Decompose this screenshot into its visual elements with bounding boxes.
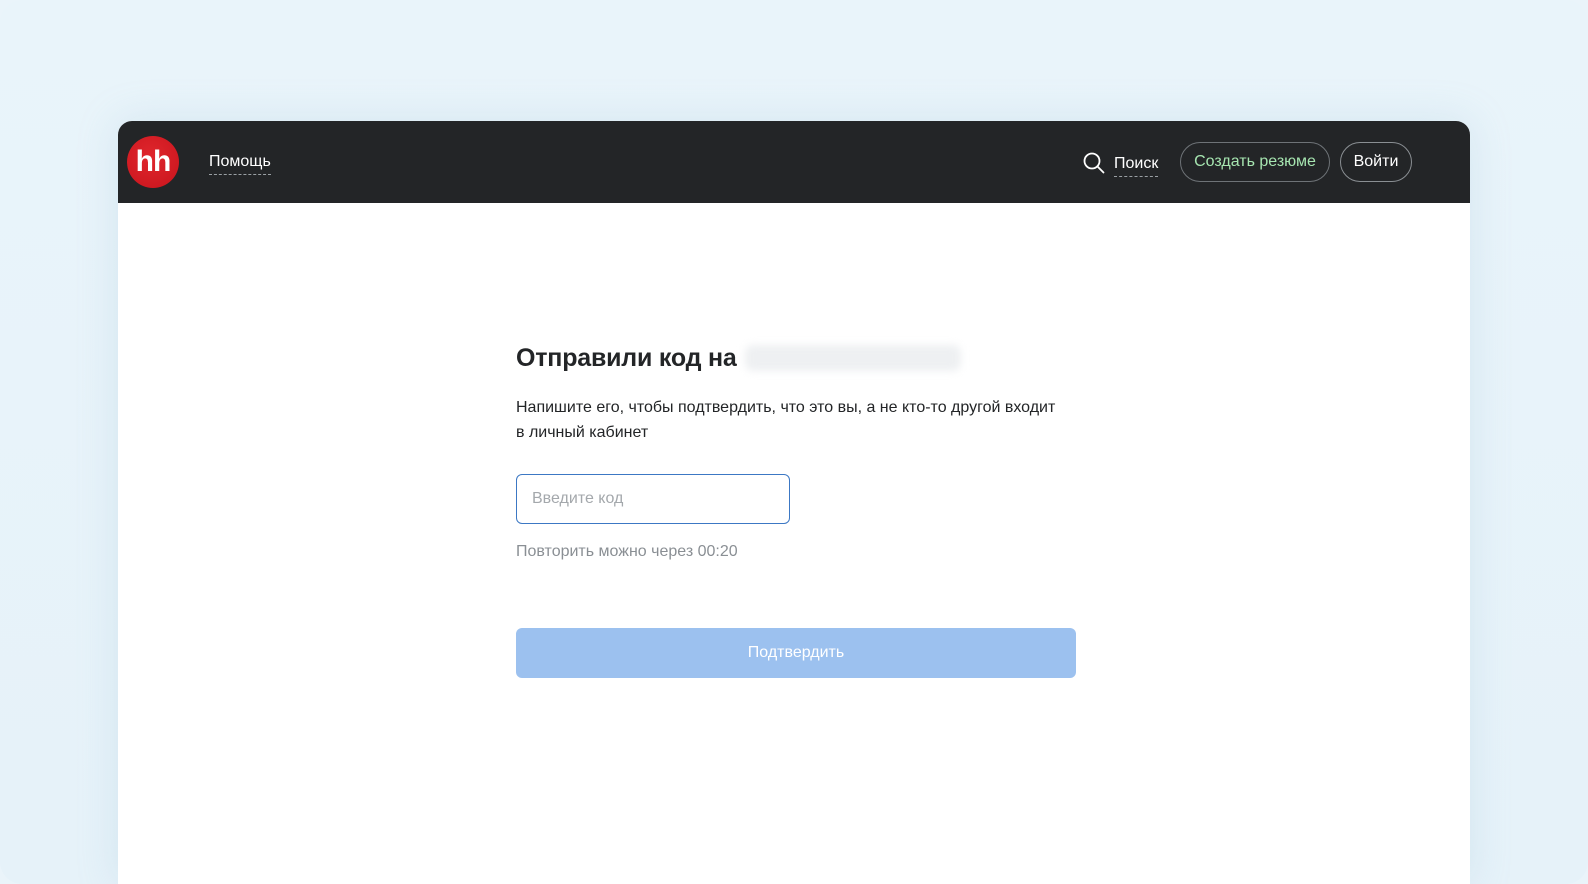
top-navigation-bar: hh Помощь Поиск Создать резюме Войти: [118, 121, 1470, 203]
search-icon: [1083, 152, 1105, 174]
create-resume-button[interactable]: Создать резюме: [1180, 142, 1330, 182]
code-input[interactable]: [516, 474, 790, 524]
login-button[interactable]: Войти: [1340, 142, 1412, 182]
help-link[interactable]: Помощь: [209, 152, 271, 175]
search-label: Поиск: [1114, 154, 1159, 177]
blurred-email-address: [744, 345, 961, 371]
page-title: Отправили код на: [516, 343, 737, 372]
logo-text: hh: [135, 145, 172, 178]
title-row: Отправили код на: [516, 341, 1076, 375]
confirm-button[interactable]: Подтвердить: [516, 628, 1076, 678]
instruction-text: Напишите его, чтобы подтвердить, что это…: [516, 399, 1056, 441]
search-link[interactable]: Поиск: [1082, 149, 1159, 177]
code-confirmation-form: Отправили код на Напишите его, чтобы под…: [516, 341, 1076, 678]
resend-timer-text: Повторить можно через 00:20: [516, 543, 738, 560]
hh-logo[interactable]: hh: [127, 136, 179, 188]
page-background: hh Помощь Поиск Создать резюме Войти Отп…: [0, 0, 1588, 884]
browser-window: hh Помощь Поиск Создать резюме Войти Отп…: [118, 121, 1470, 884]
